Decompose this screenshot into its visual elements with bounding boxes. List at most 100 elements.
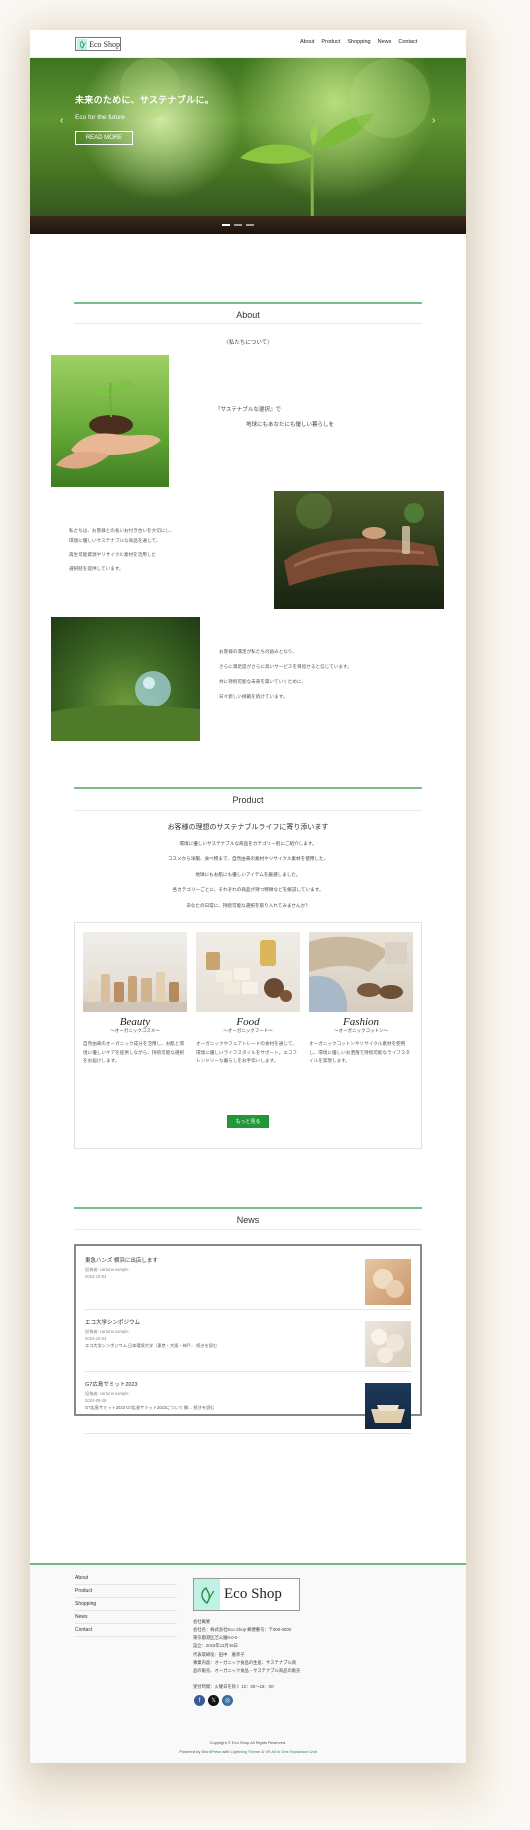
product-card-subtitle: 〜オーガニックフード〜 [223, 1028, 273, 1033]
hero-title: 未来のために、サステナブルに。 [75, 95, 215, 105]
footer-link-about[interactable]: About [75, 1575, 177, 1585]
product-card-description: オーガニックコットンやリサイクル素材を使用し、環境に優しいお洒落で持続可能なライ… [309, 1041, 411, 1064]
slider-dot[interactable] [246, 224, 254, 226]
news-top-line [74, 1207, 422, 1209]
nav-item-contact[interactable]: Contact [398, 39, 417, 45]
slider-next-icon[interactable]: › [432, 115, 435, 126]
product-intro-line-3: 地球にもお肌にも優しいアイテムを厳選しました。 [195, 872, 301, 877]
news-item-title[interactable]: 東急ハンズ 横浜に出店します [85, 1256, 411, 1264]
about-block3-line-3: 共に持続可能な未来を築いていくために、 [219, 679, 307, 684]
nav-item-news[interactable]: News [378, 39, 392, 45]
product-intro-line-4: 各カテゴリーごとに、それぞれの商品が持つ特徴などを解説しています。 [172, 887, 324, 892]
lightning-theme-link[interactable]: Lightning Theme [231, 1749, 261, 1754]
nav-item-shopping[interactable]: Shopping [347, 39, 370, 45]
moss-globe-photo [51, 617, 200, 741]
product-card-fashion[interactable]: Fashion 〜オーガニックコットン〜 オーガニックコットンやリサイクル素材を… [309, 932, 413, 1066]
product-card-title: Fashion [342, 1016, 380, 1028]
about-lead-line-2: 地球にもあなたにも優しい暮らしを [245, 422, 334, 428]
news-item-author: 投稿者: cartuna sample [85, 1391, 129, 1396]
about-block2-line-2: 環境に優しいサステナブルな商品を通じて、 [69, 538, 161, 543]
product-title: Product [232, 795, 264, 805]
product-intro-line-1: 環境に優しいサステナブルな商品をカテゴリー別にご紹介します。 [179, 841, 317, 846]
hero-sprout-image [120, 58, 430, 229]
footer-logo[interactable]: Eco Shop [193, 1578, 300, 1611]
news-item[interactable]: G7広島サミット2023 投稿者: cartuna sample 2024-09… [85, 1380, 411, 1434]
footer-link-shopping[interactable]: Shopping [75, 1601, 177, 1611]
powered-prefix: Powered by [179, 1749, 201, 1754]
product-card-description: 自然由来のオーガニック成分を活用し、お肌と環境に優しいケアを提供しながら、持続可… [83, 1041, 185, 1064]
footer-link-news[interactable]: News [75, 1614, 177, 1624]
business-hours: 受付時間：火曜日を除く 10：00〜18：00 [193, 1684, 274, 1690]
about-block2-line-1: 私たちは、お客様との長いお付き合いを大切にし、 [69, 528, 175, 533]
company-info-line: 代表取締役：田中 嘉孝子 [193, 1651, 245, 1657]
about-block3-line-1: お客様の満足が私たちの励みとなり、 [219, 649, 297, 654]
slider-prev-icon[interactable]: ‹ [60, 115, 63, 126]
more-button[interactable]: もっと見る [227, 1115, 269, 1128]
product-card-food[interactable]: Food 〜オーガニックフード〜 オーガニックやフェアトレードの食材を通じて、環… [196, 932, 300, 1066]
news-thumbnail[interactable] [365, 1383, 411, 1429]
leaf-logo-icon [77, 38, 88, 50]
product-top-line [74, 787, 422, 789]
nav-item-about[interactable]: About [300, 39, 314, 45]
news-item-excerpt[interactable]: G7広島サミット2023 G7広島サミット2023について 開… 続きを読む [85, 1405, 411, 1412]
fashion-photo [309, 932, 413, 1012]
company-info-line: 設立：2019年12月15日 [193, 1643, 238, 1649]
product-card-title: Food [236, 1016, 260, 1028]
product-card-description: オーガニックやフェアトレードの食材を通じて、環境に優しいライフスタイルをサポート… [196, 1041, 297, 1064]
news-thumbnail[interactable] [365, 1259, 411, 1305]
product-intro-line-2: コスメから洋服、食べ物まで、自然由来の素材やリサイクル素材を使用した、 [167, 856, 329, 861]
footer-link-contact[interactable]: Contact [75, 1627, 177, 1637]
main-nav: About Product Shopping News Contact [300, 39, 417, 45]
slider-dot[interactable] [222, 224, 230, 226]
news-bottom-line [74, 1229, 422, 1230]
site-logo[interactable]: Eco Shop [75, 37, 121, 51]
about-title: About [236, 310, 260, 320]
product-card-subtitle: 〜オーガニックコスメ〜 [110, 1028, 160, 1033]
about-top-line [74, 302, 422, 304]
hero-subtitle: Eco for the future [75, 114, 125, 121]
product-bottom-line [74, 810, 422, 811]
news-item[interactable]: 東急ハンズ 横浜に出店します 投稿者: cartuna sample 2024-… [85, 1256, 411, 1310]
food-photo [196, 932, 300, 1012]
company-info: 会社概要 会社名：株式会社Eco Shop 郵便番号：〒000-0000 東京都… [193, 1618, 300, 1691]
news-item[interactable]: エコ大学シンポジウム 投稿者: cartuna sample 2024-10-0… [85, 1318, 411, 1372]
footer-link-product[interactable]: Product [75, 1588, 177, 1598]
facebook-icon[interactable]: f [194, 1695, 205, 1706]
nav-item-product[interactable]: Product [321, 39, 340, 45]
product-card-subtitle: 〜オーガニックコットン〜 [334, 1028, 388, 1033]
slider-dots [222, 224, 254, 226]
product-intro-line-5: あなたの日常に、持続可能な選択を取り入れてみませんか？ [186, 903, 310, 908]
product-card-beauty[interactable]: Beauty 〜オーガニックコスメ〜 自然由来のオーガニック成分を活用し、お肌と… [83, 932, 187, 1066]
product-card-title: Beauty [119, 1016, 151, 1028]
vk-plugin-link[interactable]: VK All in One Expansion Unit [265, 1749, 317, 1754]
company-info-line: 会社名：株式会社Eco Shop 郵便番号：〒000-0000 [193, 1627, 292, 1633]
company-info-spacer [193, 1675, 300, 1683]
forest-log-photo [274, 491, 444, 609]
news-item-title[interactable]: エコ大学シンポジウム [85, 1318, 411, 1326]
company-info-line: 東京都港区芝公園0-0-0 [193, 1635, 238, 1641]
about-block3-line-2: さらに満足度がさらに高いサービスを目指せると信じています。 [219, 664, 352, 669]
instagram-icon[interactable]: ◎ [222, 1695, 233, 1706]
product-heading: お客様の理想のサステナブルライフに寄り添います [167, 824, 329, 831]
about-block2-line-4: 選択肢を提供しています。 [69, 566, 124, 571]
news-item-excerpt[interactable]: エコ大学シンポジウム 日本環境大学（東京・大阪・神戸… 続きを読む [85, 1343, 411, 1350]
news-thumbnail[interactable] [365, 1321, 411, 1367]
news-item-date: 2024-10-04 [85, 1273, 107, 1279]
news-item-title[interactable]: G7広島サミット2023 [85, 1380, 411, 1388]
company-info-line: 会社概要 [193, 1619, 211, 1624]
news-item-author: 投稿者: cartuna sample [85, 1329, 129, 1334]
copyright: Copyright © Eco Shop All Rights Reserved… [209, 1740, 287, 1745]
about-bottom-line [74, 323, 422, 324]
wordpress-link[interactable]: WordPress [201, 1749, 221, 1754]
about-block2-line-3: 再生可能資源やリサイクル素材を活用した [69, 552, 157, 557]
news-item-date: 2024-10-04 [85, 1335, 107, 1341]
news-title: News [236, 1215, 260, 1225]
powered-with: with [222, 1749, 230, 1754]
logo-text: Eco Shop [89, 39, 120, 49]
powered-and: & [261, 1749, 265, 1754]
about-lead-line-1: 『サステナブルな選択』で [215, 407, 281, 413]
read-more-button[interactable]: READ MORE [75, 131, 133, 145]
leaf-logo-icon [194, 1579, 220, 1610]
x-icon[interactable]: 𝕏 [208, 1695, 219, 1706]
slider-dot[interactable] [234, 224, 242, 226]
